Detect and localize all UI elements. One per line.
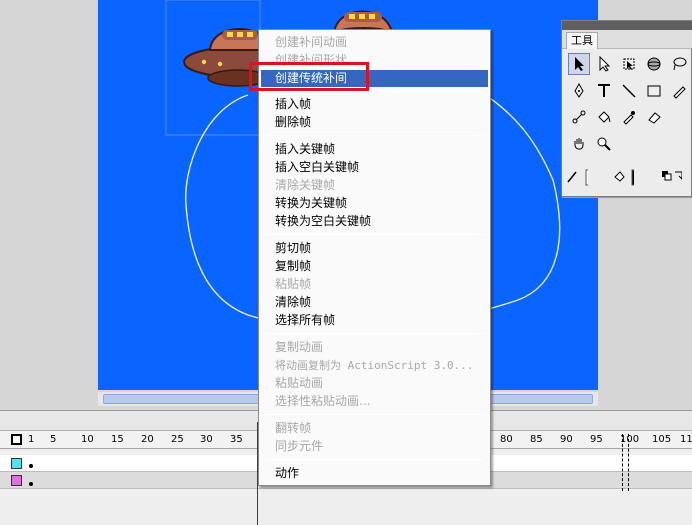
menu-item-create-motion-tween: 创建补间动画 xyxy=(275,35,348,49)
menu-item-paste-frames: 粘贴帧 xyxy=(275,277,312,291)
ruler-tick-label: 80 xyxy=(500,434,513,445)
menu-item-copy-motion: 复制动画 xyxy=(275,340,324,354)
lasso-icon[interactable] xyxy=(668,53,690,75)
pencil-icon[interactable] xyxy=(668,80,690,102)
fill-color-icon[interactable] xyxy=(612,166,634,188)
menu-item-clear-frames[interactable]: 清除帧 xyxy=(275,294,311,311)
menu-item-delete-frames[interactable]: 删除帧 xyxy=(275,114,311,131)
line-icon[interactable] xyxy=(618,80,640,102)
ruler-tick-label: 90 xyxy=(560,434,573,445)
menu-item-clear-keyframe: 清除关键帧 xyxy=(275,178,336,192)
keyframe-dot[interactable] xyxy=(29,464,33,468)
hand-icon[interactable] xyxy=(568,133,590,155)
menu-separator xyxy=(265,135,484,136)
outline-square-icon[interactable] xyxy=(10,434,24,446)
menu-item-reverse-frames: 翻转帧 xyxy=(275,421,312,435)
menu-separator xyxy=(265,414,484,415)
tools-tab[interactable]: 工具 xyxy=(566,32,598,49)
swap-colors-icon[interactable] xyxy=(660,166,682,188)
menu-item-cut-frames[interactable]: 剪切帧 xyxy=(275,240,311,257)
free-transform-icon[interactable] xyxy=(618,53,640,75)
eraser-icon[interactable] xyxy=(643,106,665,128)
end-keyframe-marker[interactable] xyxy=(622,434,629,491)
ruler-tick-label: 105 xyxy=(652,434,672,445)
timeline-empty-area xyxy=(0,491,692,525)
flash-workspace: 1 5 10 15 20 25 30 35 80 85 90 95 100 105 11 工具 xyxy=(0,0,692,525)
menu-item-copy-motion-as-actionscript: 将动画复制为 ActionScript 3.0... xyxy=(275,359,474,372)
ruler-tick-label: 35 xyxy=(230,434,243,445)
selection-arrow-icon[interactable] xyxy=(568,53,590,75)
menu-item-insert-keyframe[interactable]: 插入关键帧 xyxy=(275,141,335,158)
annotation-highlight-box xyxy=(249,62,369,91)
keyframe-dot[interactable] xyxy=(29,482,33,486)
zoom-icon[interactable] xyxy=(593,133,615,155)
ruler-tick-label: 10 xyxy=(81,434,94,445)
layer-color-swatch[interactable] xyxy=(11,458,22,469)
ruler-tick-label: 20 xyxy=(141,434,154,445)
menu-item-synchronize-symbols: 同步元件 xyxy=(275,439,324,453)
ruler-tick-label: 85 xyxy=(530,434,543,445)
ruler-tick-label: 15 xyxy=(111,434,124,445)
tools-panel: 工具 xyxy=(561,20,692,197)
ruler-tick-label: 1 xyxy=(28,434,35,445)
layer-color-swatch[interactable] xyxy=(11,475,22,486)
stroke-color-icon[interactable] xyxy=(566,166,588,188)
ruler-tick-label: 5 xyxy=(50,434,57,445)
eyedropper-icon[interactable] xyxy=(618,106,640,128)
subselection-arrow-icon[interactable] xyxy=(593,53,615,75)
menu-item-paste-motion-special: 选择性粘贴动画... xyxy=(275,394,371,408)
text-icon[interactable] xyxy=(593,80,615,102)
menu-item-convert-to-keyframe[interactable]: 转换为关键帧 xyxy=(275,195,347,212)
3d-rotation-icon[interactable] xyxy=(643,53,665,75)
menu-item-insert-blank-keyframe[interactable]: 插入空白关键帧 xyxy=(275,159,359,176)
menu-separator xyxy=(265,91,484,92)
menu-item-select-all-frames[interactable]: 选择所有帧 xyxy=(275,312,335,329)
pen-icon[interactable] xyxy=(568,80,590,102)
rectangle-icon[interactable] xyxy=(643,80,665,102)
menu-separator xyxy=(265,459,484,460)
ruler-tick-label: 95 xyxy=(590,434,603,445)
bone-icon[interactable] xyxy=(568,106,590,128)
menu-item-paste-motion: 粘贴动画 xyxy=(275,376,324,390)
ruler-tick-label: 11 xyxy=(680,434,692,445)
menu-separator xyxy=(265,333,484,334)
menu-item-insert-frame[interactable]: 插入帧 xyxy=(275,96,311,113)
menu-item-convert-to-blank-keyframe[interactable]: 转换为空白关键帧 xyxy=(275,213,371,230)
menu-separator xyxy=(265,234,484,235)
frame-context-menu: 创建补间动画 创建补间形状 创建传统补间 插入帧 删除帧 插入关键帧 插入空白关… xyxy=(258,29,491,486)
ruler-tick-label: 30 xyxy=(200,434,213,445)
menu-item-copy-frames[interactable]: 复制帧 xyxy=(275,258,311,275)
ruler-tick-label: 25 xyxy=(171,434,184,445)
paint-bucket-icon[interactable] xyxy=(593,106,615,128)
tools-panel-titlebar[interactable] xyxy=(562,21,692,30)
menu-item-actions[interactable]: 动作 xyxy=(275,465,299,482)
